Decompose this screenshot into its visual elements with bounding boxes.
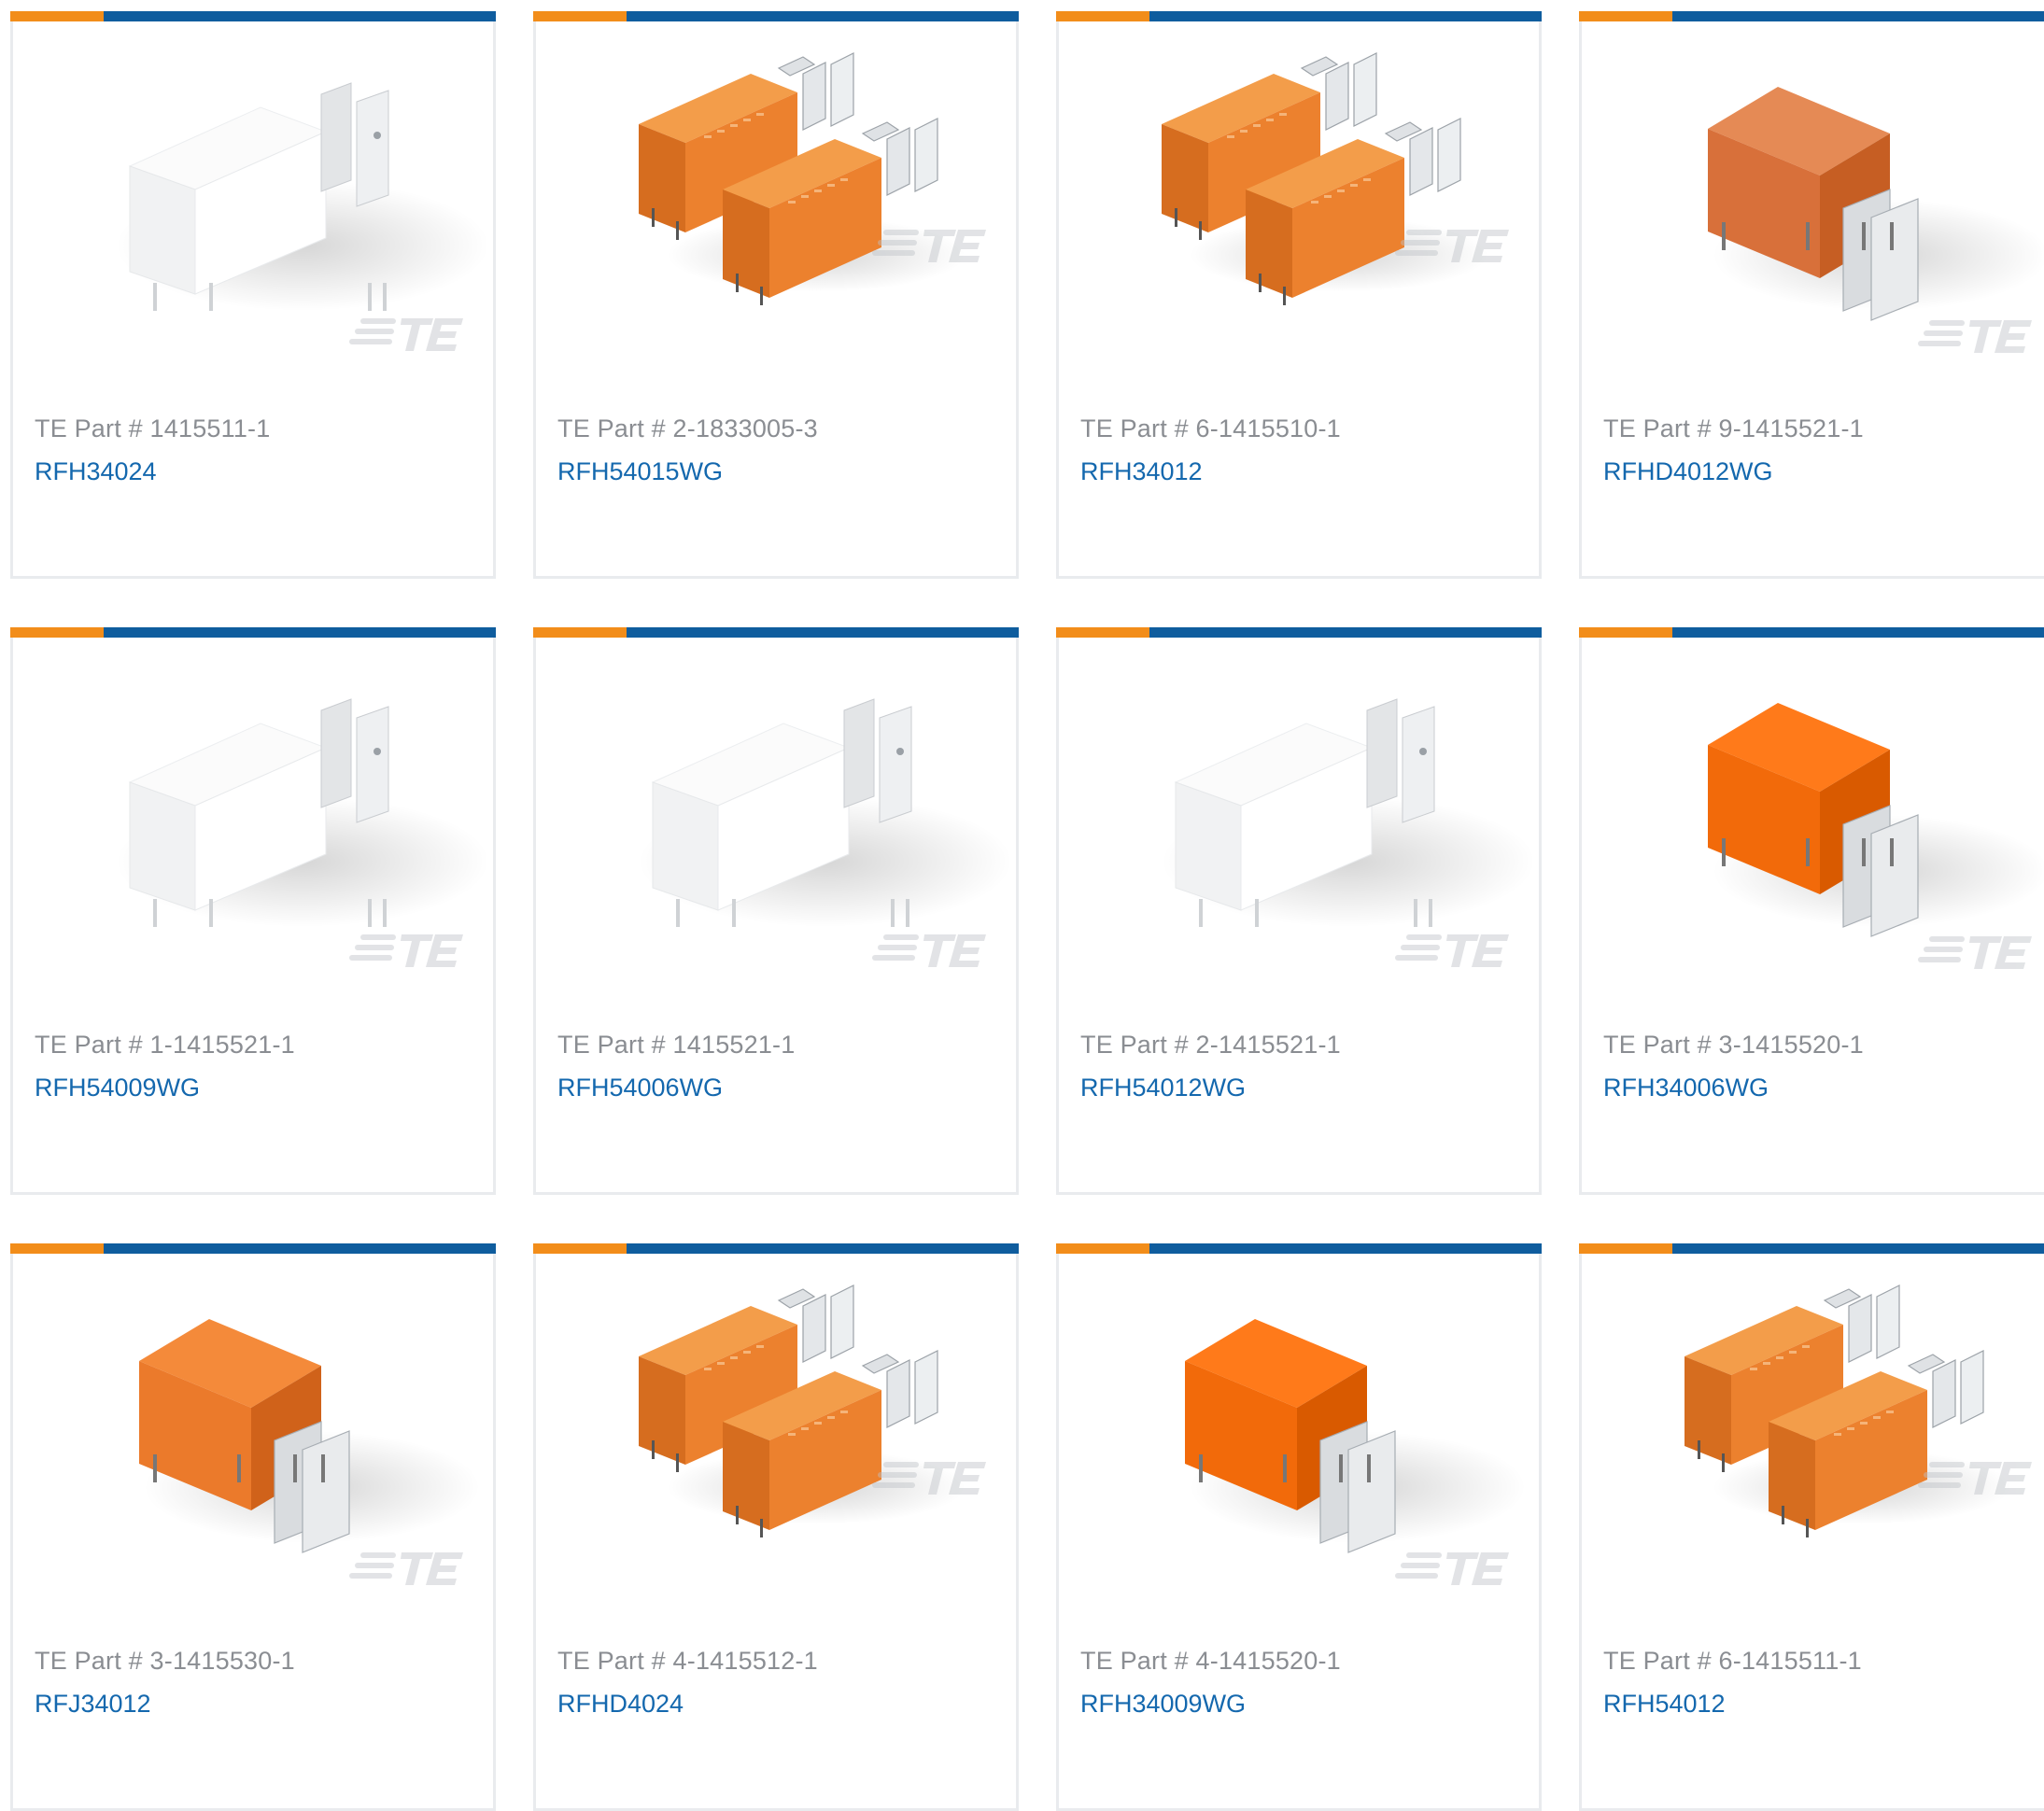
product-image[interactable] (13, 21, 493, 395)
te-logo-watermark (349, 1552, 463, 1585)
part-number: 1-1415521-1 (149, 1031, 295, 1059)
part-prefix: TE Part # (1080, 414, 1189, 442)
product-model-link[interactable]: RFH34024 (35, 457, 157, 486)
part-number-label: TE Part # 4-1415520-1 (1080, 1647, 1341, 1676)
product-model-link[interactable]: RFH54009WG (35, 1074, 200, 1102)
card-accent-bar (10, 11, 496, 21)
part-prefix: TE Part # (557, 1031, 666, 1059)
product-card[interactable]: TE Part # 4-1415512-1 RFHD4024 (533, 1243, 1019, 1811)
part-number: 3-1415530-1 (149, 1647, 295, 1675)
product-model-link[interactable]: RFHD4024 (557, 1690, 684, 1719)
part-number: 4-1415520-1 (1195, 1647, 1341, 1675)
product-image[interactable] (1582, 638, 2044, 1011)
card-accent-bar (533, 1243, 1019, 1254)
card-accent-bar (1056, 627, 1542, 638)
card-accent-bar (533, 11, 1019, 21)
product-image[interactable] (13, 638, 493, 1011)
te-logo-watermark (1395, 934, 1509, 967)
part-prefix: TE Part # (35, 1031, 143, 1059)
part-number-label: TE Part # 3-1415530-1 (35, 1647, 295, 1676)
product-model-link[interactable]: RFJ34012 (35, 1690, 151, 1719)
te-logo-watermark (1918, 320, 2032, 353)
product-card[interactable]: TE Part # 9-1415521-1 RFHD4012WG (1579, 11, 2044, 579)
te-logo-watermark (1918, 936, 2032, 969)
product-model-link[interactable]: RFH34006WG (1603, 1074, 1769, 1102)
part-prefix: TE Part # (557, 1647, 666, 1675)
part-prefix: TE Part # (35, 1647, 143, 1675)
product-card[interactable]: TE Part # 6-1415510-1 RFH34012 (1056, 11, 1542, 579)
product-model-link[interactable]: RFH54015WG (557, 457, 723, 486)
part-prefix: TE Part # (1603, 1031, 1712, 1059)
part-number: 1415511-1 (149, 414, 271, 442)
card-accent-bar (533, 627, 1019, 638)
part-number: 6-1415510-1 (1195, 414, 1341, 442)
te-logo-watermark (349, 318, 463, 351)
product-card[interactable]: TE Part # 3-1415530-1 RFJ34012 (10, 1243, 496, 1811)
product-image[interactable] (1582, 1254, 2044, 1627)
part-number-label: TE Part # 1415521-1 (557, 1031, 795, 1060)
te-logo-watermark (1395, 1552, 1509, 1585)
part-prefix: TE Part # (557, 414, 666, 442)
product-card[interactable]: TE Part # 6-1415511-1 RFH54012 (1579, 1243, 2044, 1811)
product-image[interactable] (536, 1254, 1016, 1627)
product-model-link[interactable]: RFH34012 (1080, 457, 1203, 486)
part-number: 2-1415521-1 (1195, 1031, 1341, 1059)
product-model-link[interactable]: RFH54006WG (557, 1074, 723, 1102)
product-model-link[interactable]: RFH54012WG (1080, 1074, 1246, 1102)
card-accent-bar (10, 1243, 496, 1254)
part-prefix: TE Part # (1080, 1647, 1189, 1675)
card-accent-bar (1579, 1243, 2044, 1254)
product-model-link[interactable]: RFH54012 (1603, 1690, 1726, 1719)
card-accent-bar (1579, 627, 2044, 638)
product-image[interactable] (536, 638, 1016, 1011)
part-number-label: TE Part # 2-1833005-3 (557, 414, 818, 443)
product-image[interactable] (1059, 638, 1539, 1011)
product-image[interactable] (1059, 21, 1539, 395)
part-number-label: TE Part # 1-1415521-1 (35, 1031, 295, 1060)
product-card[interactable]: TE Part # 1415521-1 RFH54006WG (533, 627, 1019, 1195)
part-number-label: TE Part # 2-1415521-1 (1080, 1031, 1341, 1060)
card-accent-bar (1056, 1243, 1542, 1254)
part-prefix: TE Part # (1603, 414, 1712, 442)
te-logo-watermark (349, 934, 463, 967)
part-number: 9-1415521-1 (1718, 414, 1864, 442)
part-number-label: TE Part # 1415511-1 (35, 414, 270, 443)
card-accent-bar (1579, 11, 2044, 21)
product-model-link[interactable]: RFHD4012WG (1603, 457, 1773, 486)
part-number: 4-1415512-1 (672, 1647, 818, 1675)
part-number-label: TE Part # 9-1415521-1 (1603, 414, 1864, 443)
part-number: 3-1415520-1 (1718, 1031, 1864, 1059)
part-prefix: TE Part # (1080, 1031, 1189, 1059)
product-image[interactable] (1582, 21, 2044, 395)
te-logo-watermark (872, 934, 986, 967)
part-number: 1415521-1 (672, 1031, 796, 1059)
product-image[interactable] (13, 1254, 493, 1627)
product-image[interactable] (536, 21, 1016, 395)
product-image[interactable] (1059, 1254, 1539, 1627)
product-card[interactable]: TE Part # 4-1415520-1 RFH34009WG (1056, 1243, 1542, 1811)
part-prefix: TE Part # (1603, 1647, 1712, 1675)
product-grid: TE Part # 1415511-1 RFH34024 TE Part # 2-1… (10, 11, 2044, 1811)
part-number-label: TE Part # 4-1415512-1 (557, 1647, 818, 1676)
product-card[interactable]: TE Part # 1415511-1 RFH34024 (10, 11, 496, 579)
card-accent-bar (10, 627, 496, 638)
product-card[interactable]: TE Part # 2-1415521-1 RFH54012WG (1056, 627, 1542, 1195)
product-card[interactable]: TE Part # 3-1415520-1 RFH34006WG (1579, 627, 2044, 1195)
part-number: 2-1833005-3 (672, 414, 818, 442)
product-card[interactable]: TE Part # 1-1415521-1 RFH54009WG (10, 627, 496, 1195)
part-number-label: TE Part # 6-1415511-1 (1603, 1647, 1862, 1676)
card-accent-bar (1056, 11, 1542, 21)
product-model-link[interactable]: RFH34009WG (1080, 1690, 1246, 1719)
part-prefix: TE Part # (35, 414, 143, 442)
part-number-label: TE Part # 6-1415510-1 (1080, 414, 1341, 443)
part-number-label: TE Part # 3-1415520-1 (1603, 1031, 1864, 1060)
product-card[interactable]: TE Part # 2-1833005-3 RFH54015WG (533, 11, 1019, 579)
part-number: 6-1415511-1 (1718, 1647, 1862, 1675)
